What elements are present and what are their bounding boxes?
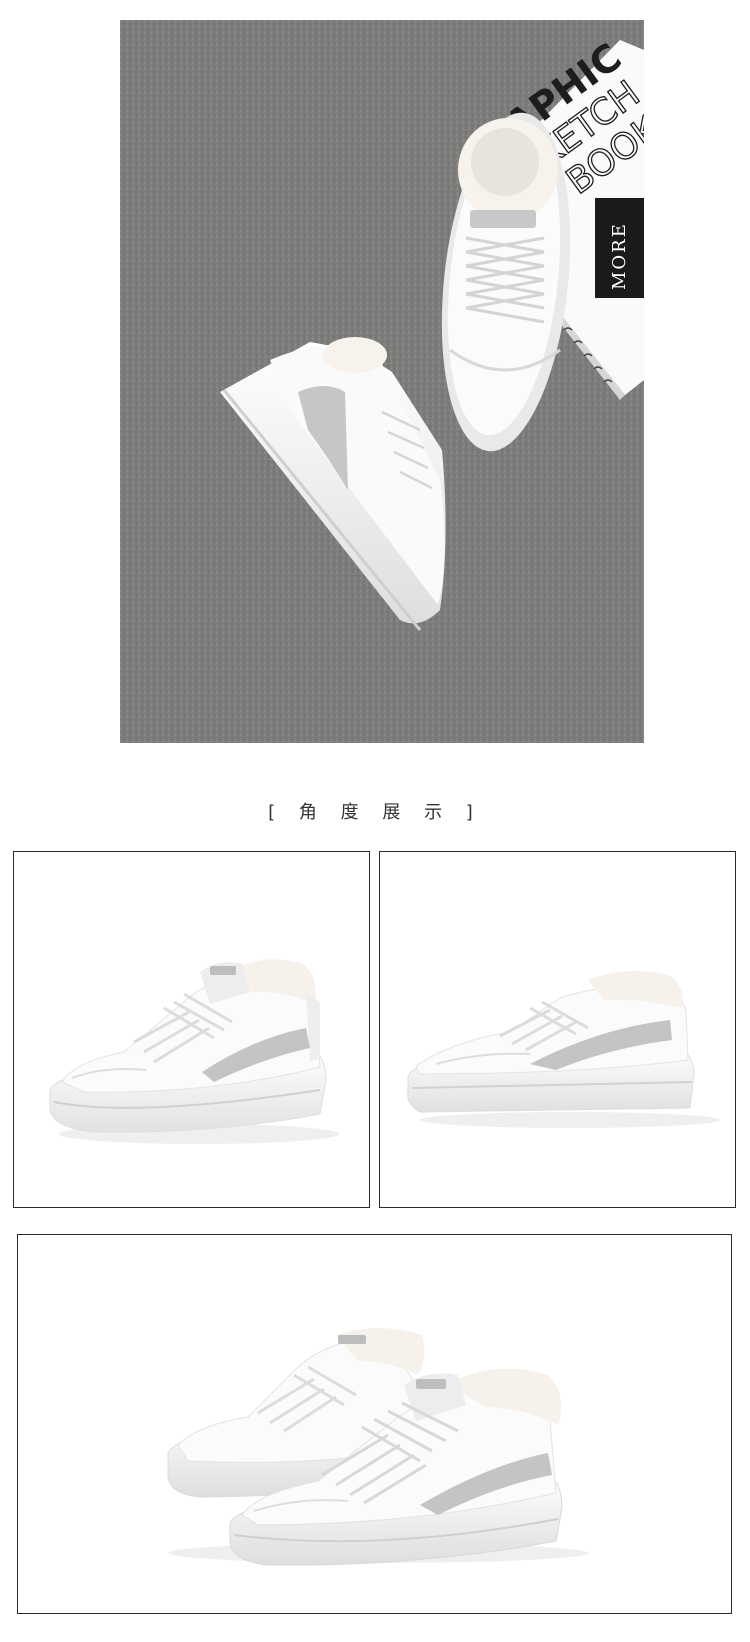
sneaker-pair-view <box>167 1328 588 1566</box>
angle-photo-front <box>13 851 370 1208</box>
sneaker-front-view <box>49 959 339 1144</box>
angle-photo-side <box>379 851 736 1208</box>
sneaker-side-view <box>407 970 720 1128</box>
hero-photo: APHIC KETCH BOOK MORE <box>120 20 644 743</box>
book-tag: MORE <box>595 198 644 298</box>
angle-photo-pair <box>17 1234 732 1614</box>
hero-scene: APHIC KETCH BOOK MORE <box>120 20 644 743</box>
section-title: [ 角 度 展 示 ] <box>268 802 482 823</box>
svg-text:MORE: MORE <box>609 222 630 290</box>
